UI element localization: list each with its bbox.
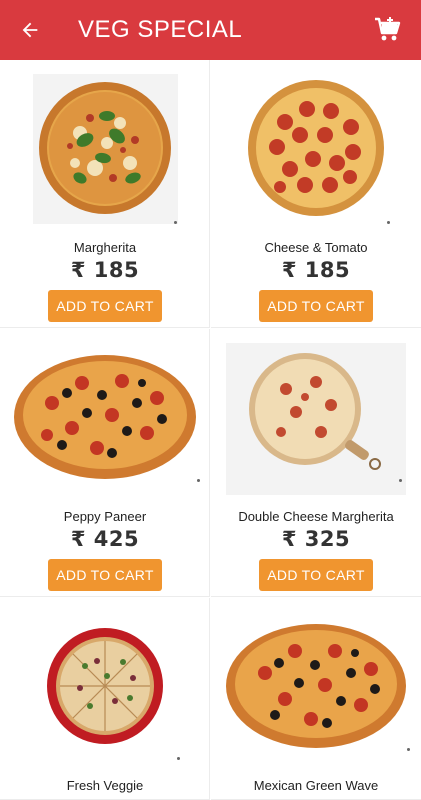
- pizza-image: [47, 628, 163, 744]
- back-button[interactable]: [14, 14, 46, 46]
- product-card[interactable]: Cheese & Tomato ₹ 185 ADD TO CART: [211, 60, 421, 328]
- add-to-cart-button[interactable]: ADD TO CART: [48, 559, 162, 591]
- page-title: VEG SPECIAL: [78, 16, 243, 43]
- add-to-cart-button[interactable]: ADD TO CART: [48, 290, 162, 322]
- product-price: ₹ 425: [70, 527, 140, 551]
- product-card[interactable]: Margherita ₹ 185 ADD TO CART: [0, 60, 210, 328]
- product-image[interactable]: [211, 606, 421, 766]
- indicator-dot: [399, 479, 402, 482]
- cart-button[interactable]: [370, 12, 406, 48]
- app-bar: VEG SPECIAL: [0, 0, 421, 60]
- product-price: ₹ 185: [70, 258, 140, 282]
- arrow-left-icon: [22, 22, 38, 38]
- product-name: Double Cheese Margherita: [238, 509, 394, 524]
- product-image[interactable]: [211, 68, 421, 228]
- product-card[interactable]: Fresh Veggie: [0, 598, 210, 800]
- product-name: Fresh Veggie: [66, 778, 144, 793]
- product-price: ₹ 185: [281, 258, 351, 282]
- pizza-image: [249, 353, 381, 470]
- indicator-dot: [174, 221, 177, 224]
- product-card[interactable]: Peppy Paneer ₹ 425 ADD TO CART: [0, 329, 210, 597]
- product-grid: Margherita ₹ 185 ADD TO CART Cheese & To…: [0, 60, 421, 800]
- shopping-cart-icon: [375, 17, 401, 41]
- product-name: Peppy Paneer: [63, 509, 147, 524]
- product-image[interactable]: [0, 68, 210, 228]
- indicator-dot: [197, 479, 200, 482]
- product-card[interactable]: Mexican Green Wave: [211, 598, 421, 800]
- product-name: Mexican Green Wave: [253, 778, 379, 793]
- pizza-image: [248, 80, 384, 216]
- indicator-dot: [177, 757, 180, 760]
- product-name: Margherita: [73, 240, 137, 255]
- product-name: Cheese & Tomato: [264, 240, 368, 255]
- product-image[interactable]: [211, 337, 421, 497]
- indicator-dot: [387, 221, 390, 224]
- pizza-image: [226, 624, 406, 748]
- add-to-cart-button[interactable]: ADD TO CART: [259, 559, 373, 591]
- product-image[interactable]: [0, 337, 210, 497]
- product-price: ₹ 325: [281, 527, 351, 551]
- add-to-cart-button[interactable]: ADD TO CART: [259, 290, 373, 322]
- pizza-image: [14, 355, 196, 479]
- pizza-image: [39, 82, 171, 214]
- product-card[interactable]: Double Cheese Margherita ₹ 325 ADD TO CA…: [211, 329, 421, 597]
- product-image[interactable]: [0, 606, 210, 766]
- indicator-dot: [407, 748, 410, 751]
